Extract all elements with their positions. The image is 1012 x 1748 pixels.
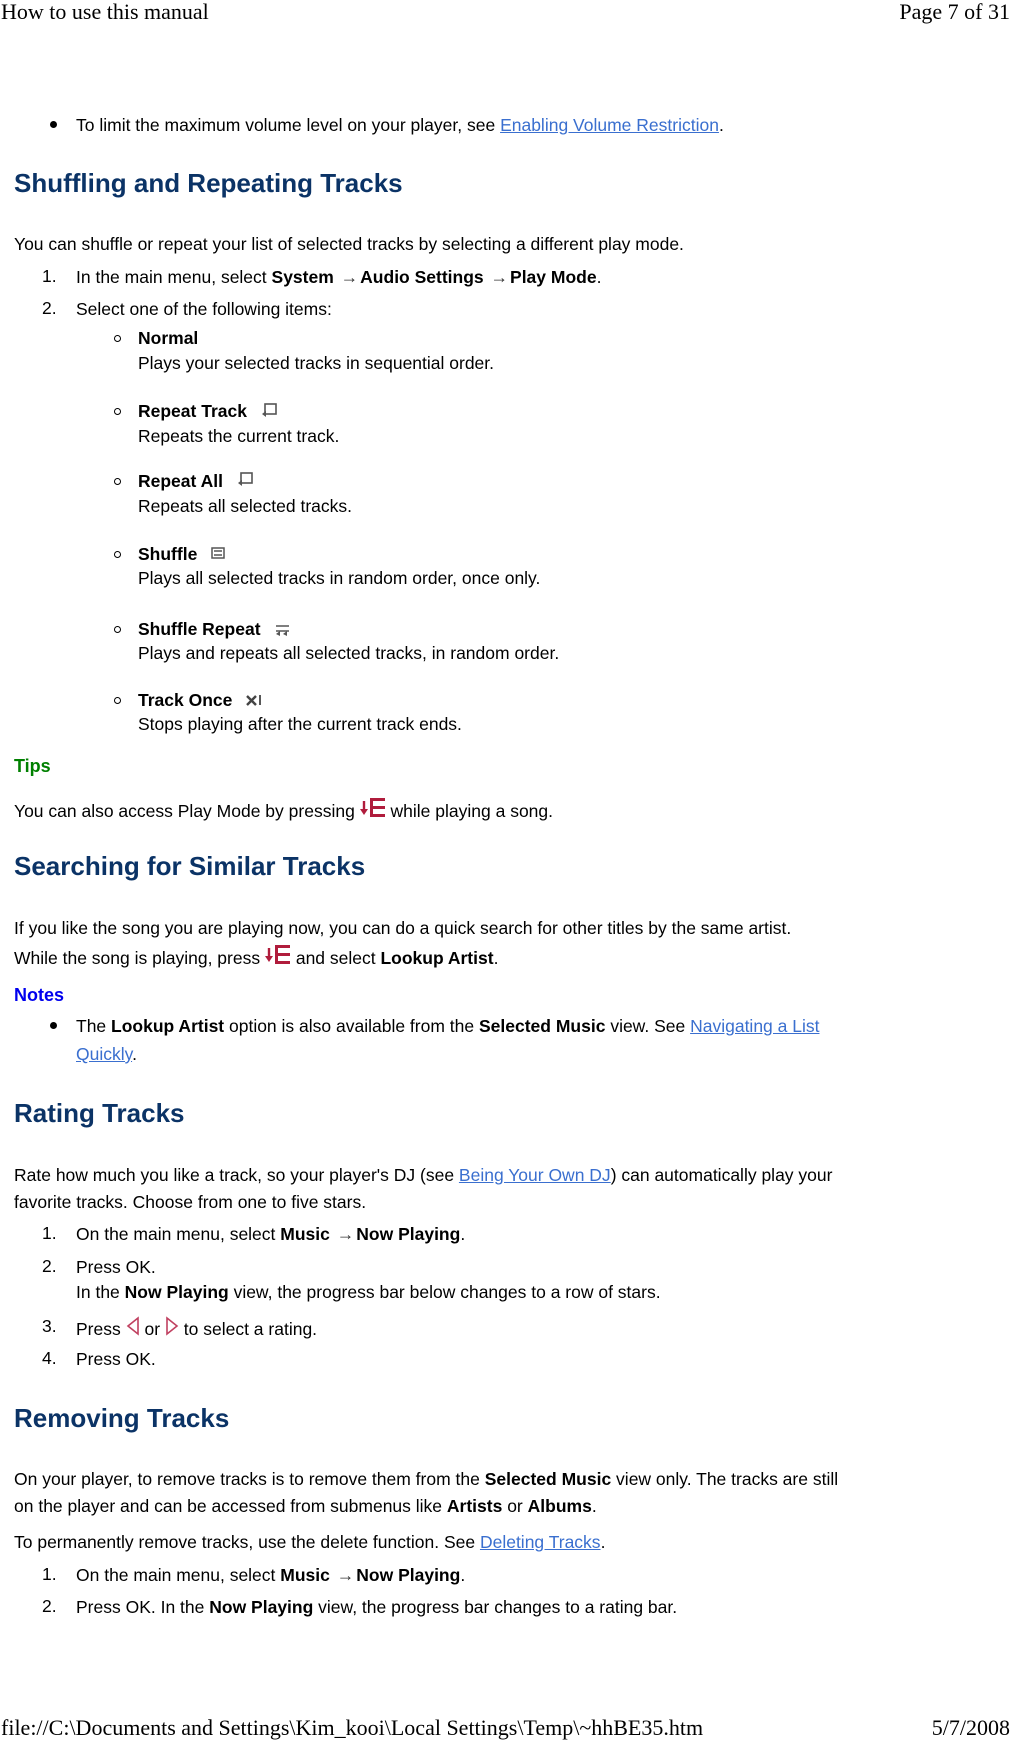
arrow-icon: → xyxy=(336,1565,355,1585)
header-title: How to use this manual xyxy=(1,0,209,24)
bullet-icon xyxy=(50,121,57,128)
link-navigating-a-list-quickly[interactable]: Navigating a List xyxy=(690,1016,819,1036)
step-number: 2. xyxy=(42,1596,57,1616)
removing-para-1-cont: on the player and can be accessed from s… xyxy=(14,1496,597,1516)
arrow-icon: → xyxy=(336,1224,355,1244)
heading-searching: Searching for Similar Tracks xyxy=(14,851,366,881)
heading-removing: Removing Tracks xyxy=(14,1403,230,1433)
link-being-your-own-dj[interactable]: Being Your Own DJ xyxy=(459,1165,611,1185)
repeat-all-icon xyxy=(236,470,256,492)
repeat-track-icon xyxy=(260,401,280,423)
link-enabling-volume-restriction[interactable]: Enabling Volume Restriction xyxy=(500,115,719,135)
circle-bullet-icon xyxy=(114,551,121,558)
bullet-icon xyxy=(50,1022,57,1029)
removing-step-2: Press OK. In the Now Playing view, the p… xyxy=(76,1597,678,1617)
tips-text: You can also access Play Mode by pressin… xyxy=(14,797,553,824)
shuffle-intro: You can shuffle or repeat your list of s… xyxy=(14,234,684,254)
page-number: Page 7 of 31 xyxy=(899,0,1010,24)
step-number: 1. xyxy=(42,1223,57,1243)
rating-step-2-sub: In the Now Playing view, the progress ba… xyxy=(76,1282,661,1302)
mode-title: Shuffle Repeat xyxy=(138,618,293,641)
step-number: 1. xyxy=(42,1564,57,1584)
arrow-icon: → xyxy=(490,267,509,287)
step-number: 2. xyxy=(42,1256,57,1276)
shuffle-repeat-icon xyxy=(273,619,293,641)
link-deleting-tracks[interactable]: Deleting Tracks xyxy=(480,1532,601,1552)
rating-step-4: Press OK. xyxy=(76,1349,156,1369)
rating-para-1: Rate how much you like a track, so your … xyxy=(14,1165,833,1185)
searching-line-1: If you like the song you are playing now… xyxy=(14,918,792,938)
heading-rating: Rating Tracks xyxy=(14,1098,185,1128)
intro-bullet: To limit the maximum volume level on you… xyxy=(76,115,724,135)
note-text-cont: Quickly. xyxy=(76,1044,137,1064)
mode-title: Track Once xyxy=(138,689,265,712)
searching-line-2: While the song is playing, press and sel… xyxy=(14,944,498,971)
print-date: 5/7/2008 xyxy=(931,1715,1010,1740)
rating-step-3: Press or to select a rating. xyxy=(76,1316,317,1341)
shuffle-icon xyxy=(210,543,226,565)
rating-step-2: Press OK. xyxy=(76,1257,156,1277)
page-footer: file://C:\Documents and Settings\Kim_koo… xyxy=(0,1715,1012,1745)
page-header: How to use this manual Page 7 of 31 xyxy=(0,0,1012,30)
play-mode-button-icon xyxy=(264,944,291,971)
shuffle-step-1: In the main menu, select System → Audio S… xyxy=(76,267,602,287)
play-mode-button-icon xyxy=(359,797,386,824)
removing-para-1: On your player, to remove tracks is to r… xyxy=(14,1469,839,1489)
mode-title: Shuffle xyxy=(138,543,226,565)
step-number: 4. xyxy=(42,1348,57,1368)
mode-desc: Plays all selected tracks in random orde… xyxy=(138,568,541,588)
link-navigating-a-list-quickly-cont[interactable]: Quickly xyxy=(76,1044,132,1064)
mode-title: Normal xyxy=(138,328,199,348)
circle-bullet-icon xyxy=(114,335,121,342)
circle-bullet-icon xyxy=(114,626,121,633)
mode-desc: Repeats the current track. xyxy=(138,426,340,446)
mode-desc: Plays your selected tracks in sequential… xyxy=(138,353,495,373)
mode-title: Repeat Track xyxy=(138,400,280,423)
rating-para-1-cont: favorite tracks. Choose from one to five… xyxy=(14,1192,367,1212)
step-number: 3. xyxy=(42,1316,57,1336)
track-once-icon xyxy=(245,690,265,712)
shuffle-step-2: Select one of the following items: xyxy=(76,299,332,319)
mode-desc: Plays and repeats all selected tracks, i… xyxy=(138,643,560,663)
removing-para-2: To permanently remove tracks, use the de… xyxy=(14,1532,606,1552)
removing-step-1: On the main menu, select Music → Now Play… xyxy=(76,1565,466,1585)
rating-step-1: On the main menu, select Music → Now Play… xyxy=(76,1224,466,1244)
circle-bullet-icon xyxy=(114,478,121,485)
file-path: file://C:\Documents and Settings\Kim_koo… xyxy=(1,1715,704,1740)
step-number: 2. xyxy=(42,298,57,318)
left-arrow-button-icon xyxy=(126,1316,140,1341)
mode-desc: Stops playing after the current track en… xyxy=(138,714,462,734)
circle-bullet-icon xyxy=(114,408,121,415)
heading-shuffling: Shuffling and Repeating Tracks xyxy=(14,168,403,198)
circle-bullet-icon xyxy=(114,697,121,704)
right-arrow-button-icon xyxy=(165,1316,179,1341)
arrow-icon: → xyxy=(340,267,359,287)
note-text: The Lookup Artist option is also availab… xyxy=(76,1016,820,1036)
tips-label: Tips xyxy=(14,756,51,776)
step-number: 1. xyxy=(42,266,57,286)
notes-label: Notes xyxy=(14,985,65,1005)
mode-desc: Repeats all selected tracks. xyxy=(138,496,352,516)
mode-title: Repeat All xyxy=(138,470,256,492)
